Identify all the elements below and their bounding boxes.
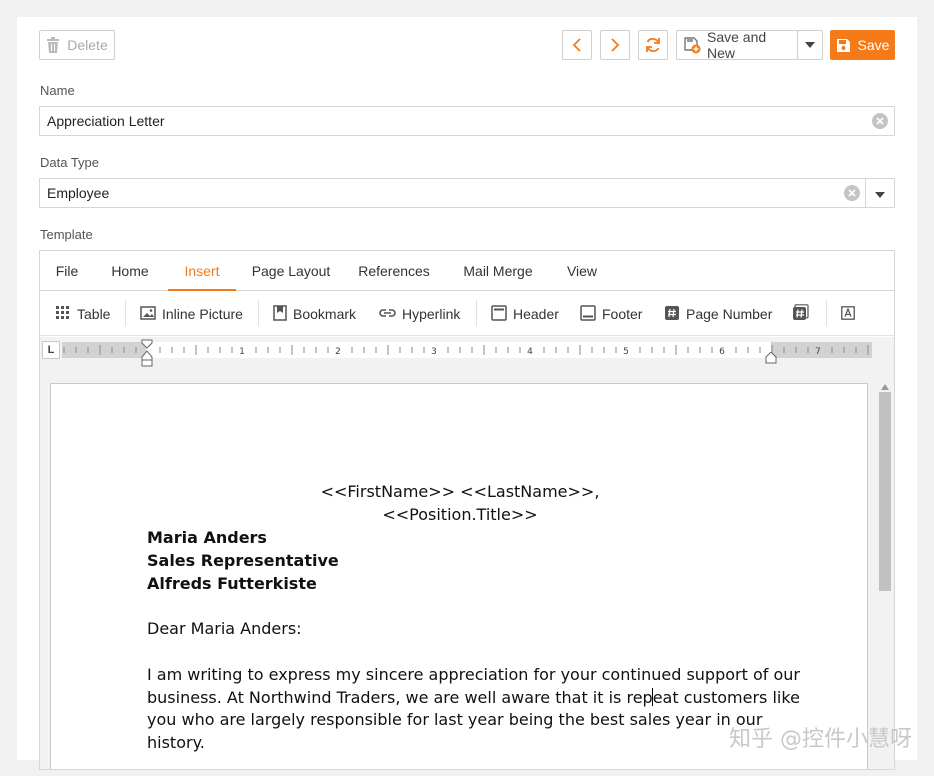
clear-name-icon[interactable] xyxy=(872,113,888,132)
first-line-indent-marker[interactable] xyxy=(141,339,153,370)
insert-bookmark-button[interactable]: Bookmark xyxy=(273,303,356,325)
caret-down-icon xyxy=(805,42,815,48)
table-label: Table xyxy=(77,306,111,322)
previous-button[interactable] xyxy=(562,30,592,60)
hyperlink-label: Hyperlink xyxy=(402,306,461,322)
ruler-number: 7 xyxy=(815,347,821,357)
template-label: Template xyxy=(40,227,93,242)
name-label: Name xyxy=(40,83,75,98)
hyperlink-icon xyxy=(379,306,396,322)
table-icon xyxy=(55,305,71,324)
ruler-number: 2 xyxy=(335,347,341,357)
save-label: Save xyxy=(857,37,890,53)
ruler-number: 4 xyxy=(527,347,533,357)
form-card: Delete Save and New Save Name Appreciati… xyxy=(17,17,917,770)
inline-picture-label: Inline Picture xyxy=(162,306,243,322)
delete-button[interactable]: Delete xyxy=(39,30,115,60)
refresh-button[interactable] xyxy=(638,30,668,60)
save-new-icon xyxy=(683,36,701,54)
scroll-up-arrow-icon[interactable] xyxy=(881,377,889,393)
insert-page-number-button[interactable]: Page Number xyxy=(664,303,772,325)
insert-ribbon: Table Inline Picture Bookmark Hyperlink … xyxy=(40,291,894,336)
tab-page-layout[interactable]: Page Layout xyxy=(246,251,336,291)
insert-text-box-button[interactable] xyxy=(841,303,861,325)
body-text-segment: business. At Northwind Traders, we are w… xyxy=(147,688,653,707)
tab-view[interactable]: View xyxy=(562,251,602,291)
bookmark-icon xyxy=(273,304,287,324)
name-field[interactable]: Appreciation Letter xyxy=(39,106,895,136)
save-and-new-label: Save and New xyxy=(707,29,767,61)
insert-hyperlink-button[interactable]: Hyperlink xyxy=(379,303,460,325)
text-box-icon xyxy=(841,305,855,323)
merge-field-line: <<FirstName>> <<LastName>>, xyxy=(320,482,600,501)
body-line: I am writing to express my sincere appre… xyxy=(147,665,800,684)
ribbon-divider xyxy=(826,300,827,326)
right-indent-marker[interactable] xyxy=(765,351,777,367)
chevron-right-icon xyxy=(610,38,620,52)
ruler-number: 6 xyxy=(719,347,725,357)
insert-footer-button[interactable]: Footer xyxy=(580,303,642,325)
document-page[interactable]: <<FirstName>> <<LastName>>, <<Position.T… xyxy=(50,383,868,769)
ribbon-tabs: File Home Insert Page Layout References … xyxy=(40,251,894,291)
datatype-select[interactable]: Employee xyxy=(39,178,895,208)
recipient-company: Alfreds Futterkiste xyxy=(147,574,317,593)
ruler-number: 1 xyxy=(239,347,245,357)
datatype-value: Employee xyxy=(47,185,110,201)
insert-table-button[interactable]: Table xyxy=(55,303,110,325)
tab-insert[interactable]: Insert xyxy=(168,251,236,291)
header-label: Header xyxy=(513,306,559,322)
tab-home[interactable]: Home xyxy=(106,251,154,291)
body-line: history. xyxy=(147,733,205,752)
trash-icon xyxy=(46,37,60,53)
name-value: Appreciation Letter xyxy=(47,113,165,129)
document-viewport[interactable]: <<FirstName>> <<LastName>>, <<Position.T… xyxy=(40,373,894,769)
caret-down-icon xyxy=(875,185,885,201)
insert-picture-button[interactable]: Inline Picture xyxy=(140,303,243,325)
ribbon-divider xyxy=(476,300,477,326)
body-line: business. At Northwind Traders, we are w… xyxy=(147,688,800,707)
body-text-segment: eat customers like xyxy=(652,688,800,707)
insert-page-count-button[interactable] xyxy=(792,303,815,325)
next-button[interactable] xyxy=(600,30,630,60)
floppy-disk-icon xyxy=(836,38,851,53)
save-button[interactable]: Save xyxy=(830,30,895,60)
ruler-right-margin xyxy=(771,342,872,358)
page-number-label: Page Number xyxy=(686,306,773,322)
footer-label: Footer xyxy=(602,306,643,322)
chevron-left-icon xyxy=(572,38,582,52)
footer-icon xyxy=(580,304,596,324)
datatype-label: Data Type xyxy=(40,155,100,170)
scrollbar-thumb[interactable] xyxy=(879,392,891,591)
watermark-text: 知乎 @控件小慧呀 xyxy=(729,727,912,752)
refresh-icon xyxy=(644,36,662,54)
merge-field-line: <<Position.Title>> xyxy=(382,505,538,524)
datatype-dropdown-button[interactable] xyxy=(865,179,894,207)
recipient-title: Sales Representative xyxy=(147,551,339,570)
page-count-icon xyxy=(792,304,809,324)
save-and-new-button[interactable]: Save and New xyxy=(676,29,798,61)
tab-mail-merge[interactable]: Mail Merge xyxy=(456,251,540,291)
rich-text-editor: File Home Insert Page Layout References … xyxy=(39,250,895,770)
horizontal-ruler[interactable]: L 1234567 xyxy=(40,337,894,373)
ruler-left-margin xyxy=(62,342,146,358)
bookmark-label: Bookmark xyxy=(293,306,357,322)
vertical-scrollbar[interactable] xyxy=(878,373,892,769)
body-line: you who are largely responsible for last… xyxy=(147,710,763,729)
recipient-name: Maria Anders xyxy=(147,528,267,547)
ribbon-divider xyxy=(125,300,126,326)
clear-datatype-icon[interactable] xyxy=(844,185,860,204)
save-options-dropdown[interactable] xyxy=(797,30,823,60)
header-icon xyxy=(491,304,507,324)
picture-icon xyxy=(140,305,156,323)
ruler-number: 3 xyxy=(431,347,437,357)
ribbon-divider xyxy=(258,300,259,326)
ruler-number: 5 xyxy=(623,347,629,357)
tab-references[interactable]: References xyxy=(354,251,434,291)
page-number-icon xyxy=(664,305,680,324)
tab-file[interactable]: File xyxy=(50,251,84,291)
insert-header-button[interactable]: Header xyxy=(491,303,559,325)
delete-label: Delete xyxy=(67,37,108,53)
salutation: Dear Maria Anders: xyxy=(147,619,302,638)
